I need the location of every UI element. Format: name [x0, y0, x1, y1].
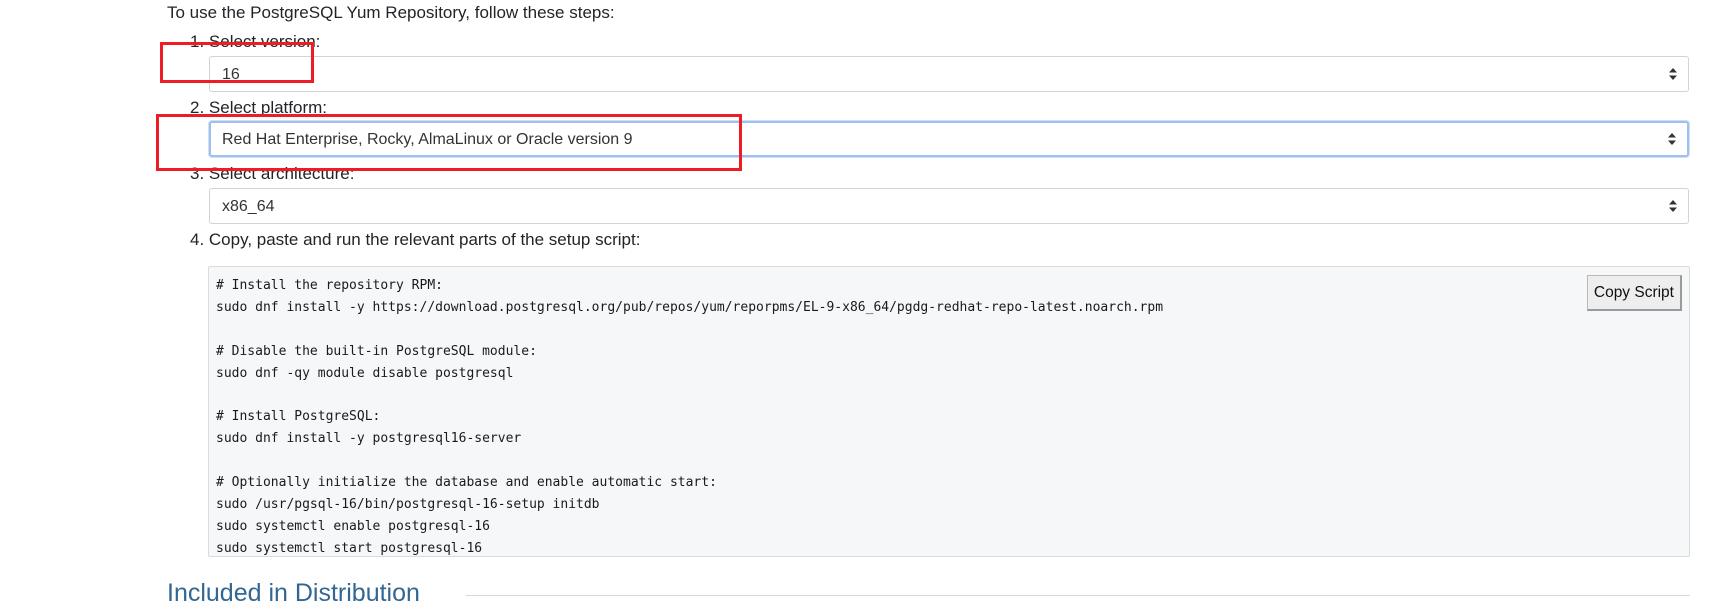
platform-select[interactable]: Red Hat Enterprise, Rocky, AlmaLinux or …	[209, 121, 1689, 157]
copy-script-button[interactable]: Copy Script	[1586, 275, 1682, 311]
select-arrows-icon	[1669, 68, 1677, 80]
architecture-select-value: x86_64	[222, 198, 275, 215]
select-arrows-icon	[1669, 200, 1677, 212]
architecture-label: 3. Select architecture:	[190, 164, 355, 183]
architecture-select[interactable]: x86_64	[209, 188, 1689, 224]
platform-select-value: Red Hat Enterprise, Rocky, AlmaLinux or …	[222, 131, 633, 148]
version-select[interactable]: 16	[209, 56, 1689, 92]
script-label: 4. Copy, paste and run the relevant part…	[190, 230, 641, 249]
select-arrows-icon	[1668, 133, 1676, 145]
setup-script-block[interactable]: # Install the repository RPM: sudo dnf i…	[208, 266, 1690, 557]
intro-text: To use the PostgreSQL Yum Repository, fo…	[167, 3, 615, 22]
heading-divider	[466, 595, 1690, 596]
setup-script-code[interactable]: # Install the repository RPM: sudo dnf i…	[216, 275, 1163, 560]
version-label: 1. Select version:	[190, 32, 321, 51]
version-select-value: 16	[222, 66, 240, 83]
platform-label: 2. Select platform:	[190, 98, 328, 117]
page: To use the PostgreSQL Yum Repository, fo…	[0, 0, 1711, 609]
section-heading: Included in Distribution	[167, 579, 420, 607]
